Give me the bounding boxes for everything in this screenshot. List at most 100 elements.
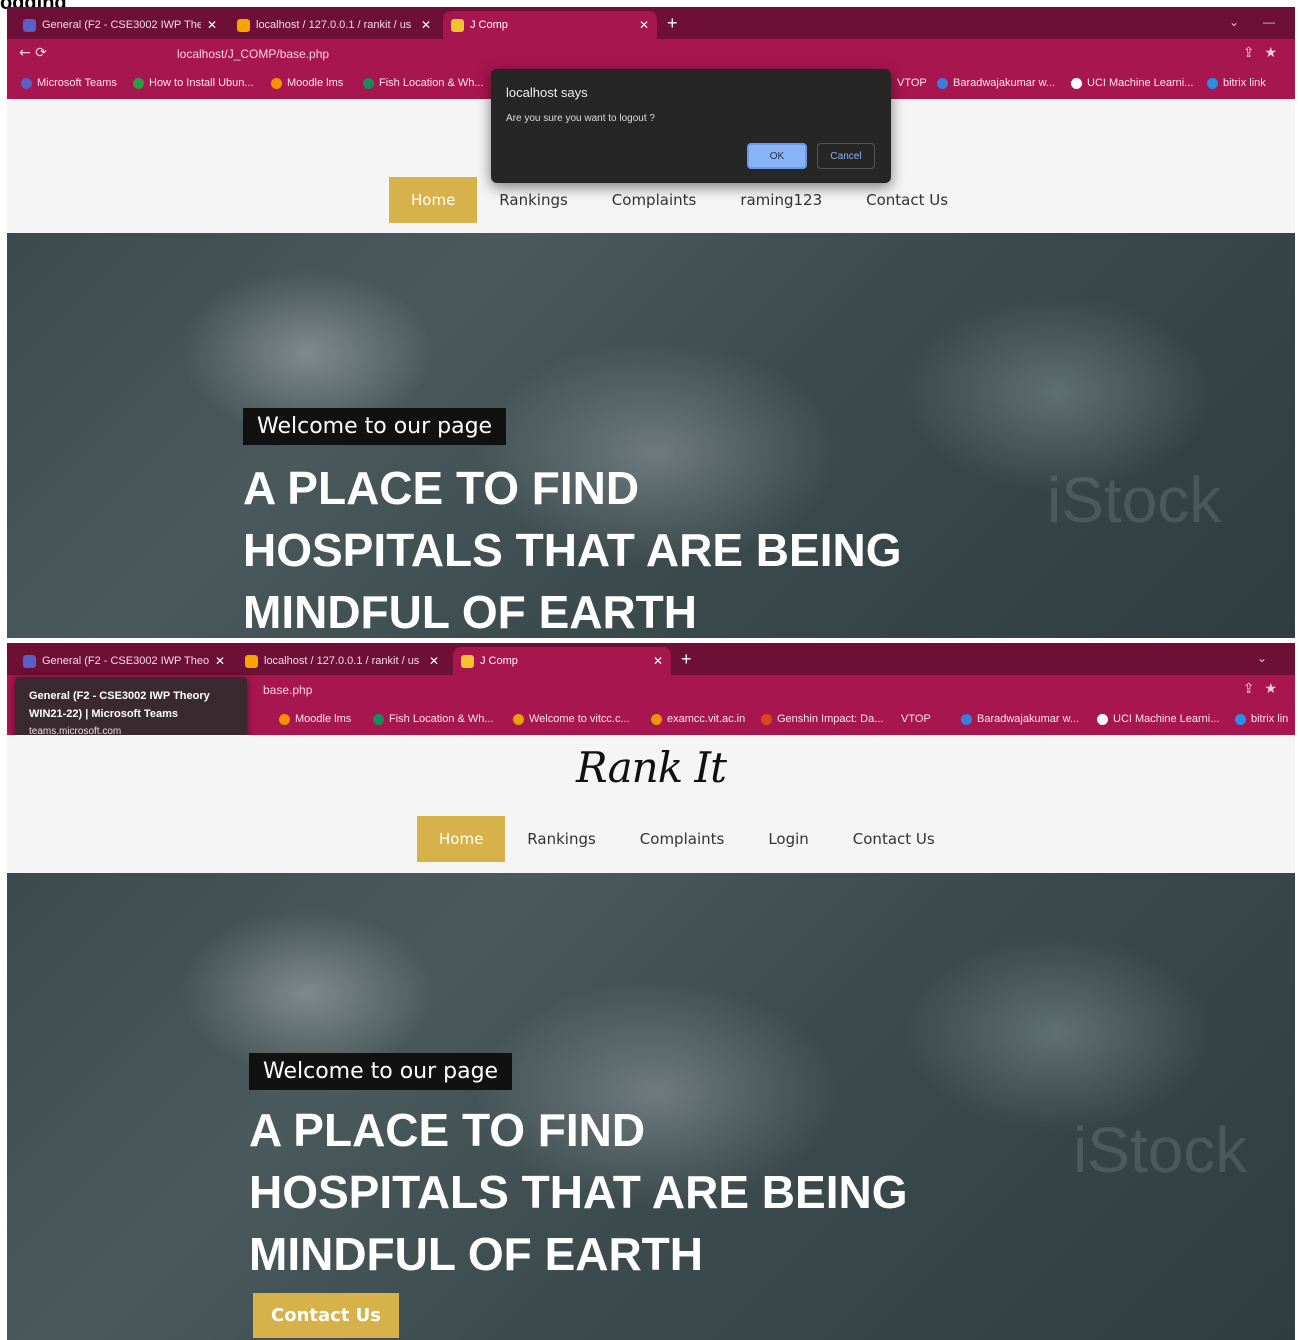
new-tab-icon[interactable]: + — [667, 13, 678, 34]
tab-teams[interactable]: General (F2 - CSE3002 IWP Theo ✕ — [15, 11, 225, 39]
main-nav: Home Rankings Complaints raming123 Conta… — [389, 177, 970, 223]
ok-button[interactable]: OK — [747, 143, 807, 169]
bookmark[interactable]: VTOP — [897, 77, 927, 89]
phpmyadmin-icon — [237, 18, 250, 32]
bookmark-label: Microsoft Teams — [37, 77, 117, 89]
bookmark-label: Baradwajakumar w... — [977, 713, 1080, 725]
chevron-down-icon[interactable]: ⌄ — [1257, 651, 1267, 665]
tab-title: General (F2 - CSE3002 IWP Theo — [42, 655, 209, 667]
nav-home[interactable]: Home — [389, 177, 478, 223]
jcomp-icon — [461, 654, 474, 668]
nav-complaints[interactable]: Complaints — [618, 816, 747, 862]
bookmark[interactable]: Fish Location & Wh... — [373, 713, 494, 725]
tab-phpmyadmin[interactable]: localhost / 127.0.0.1 / rankit / us ✕ — [229, 11, 439, 39]
bookmark-label: Welcome to vitcc.c... — [529, 713, 630, 725]
bookmark-label: Moodle lms — [295, 713, 352, 725]
site-header: Rank It Home Rankings Complaints Login C… — [7, 735, 1295, 873]
tab-phpmyadmin[interactable]: localhost / 127.0.0.1 / rankit / us ✕ — [237, 647, 447, 675]
bitrix-icon — [1235, 713, 1246, 725]
bookmark-icon — [761, 713, 772, 725]
nav-rankings[interactable]: Rankings — [477, 177, 590, 223]
teams-icon — [23, 654, 36, 668]
cancel-button[interactable]: Cancel — [817, 143, 875, 169]
bookmark-icon — [373, 713, 384, 725]
hero-banner: iStock Welcome to our page A PLACE TO FI… — [7, 873, 1295, 1340]
nav-rankings[interactable]: Rankings — [505, 816, 618, 862]
bookmark-icon — [363, 77, 374, 89]
bookmark[interactable]: examcc.vit.ac.in — [651, 713, 745, 725]
bookmark-icon — [651, 713, 662, 725]
bookmark-label: Baradwajakumar w... — [953, 77, 1056, 89]
back-reload-icons[interactable]: ← ⟳ — [19, 45, 47, 61]
hero-banner: iStock Welcome to our page A PLACE TO FI… — [7, 233, 1295, 638]
close-tab-icon[interactable]: ✕ — [421, 18, 431, 32]
bookmark[interactable]: Moodle lms — [279, 713, 351, 725]
nav-login[interactable]: Login — [746, 816, 830, 862]
bookmark-label: UCI Machine Learni... — [1113, 713, 1220, 725]
bookmark-label: Fish Location & Wh... — [389, 713, 494, 725]
headline-line: MINDFUL OF EARTH — [249, 1228, 704, 1280]
nav-complaints[interactable]: Complaints — [590, 177, 719, 223]
screenshot-logout-dialog: General (F2 - CSE3002 IWP Theo ✕ localho… — [7, 7, 1295, 638]
bookmark[interactable]: Microsoft Teams — [21, 77, 117, 89]
bookmark-icon — [1071, 77, 1082, 89]
url-field[interactable]: base.php — [263, 683, 312, 697]
screenshot-logged-out: General (F2 - CSE3002 IWP Theo ✕ localho… — [7, 643, 1295, 1340]
bookmark[interactable]: Genshin Impact: Da... — [761, 713, 883, 725]
close-tab-icon[interactable]: ✕ — [653, 654, 663, 668]
close-tab-icon[interactable]: ✕ — [207, 18, 217, 32]
moodle-icon — [279, 713, 290, 725]
watermark: iStock — [1047, 464, 1222, 536]
logout-confirm-dialog: localhost says Are you sure you want to … — [491, 69, 891, 183]
welcome-banner: Welcome to our page — [249, 1053, 513, 1090]
bookmark[interactable]: Fish Location & Wh... — [363, 77, 484, 89]
bookmark-icon — [513, 713, 524, 725]
bookmark[interactable]: UCI Machine Learni... — [1071, 77, 1193, 89]
bookmark-icon — [133, 77, 144, 89]
bookmark[interactable]: How to Install Ubun... — [133, 77, 254, 89]
share-star-icons[interactable]: ⇪★ — [1243, 45, 1287, 61]
bookmark[interactable]: bitrix lin — [1235, 713, 1288, 725]
nav-contact[interactable]: Contact Us — [831, 816, 957, 862]
tab-title: J Comp — [480, 655, 518, 667]
bookmark[interactable]: bitrix link — [1207, 77, 1266, 89]
bookmark-label: How to Install Ubun... — [149, 77, 254, 89]
close-tab-icon[interactable]: ✕ — [639, 18, 649, 32]
tab-jcomp[interactable]: J Comp ✕ — [443, 11, 657, 39]
bookmark-icon — [961, 713, 972, 725]
bookmark-label: Fish Location & Wh... — [379, 77, 484, 89]
bookmark[interactable]: VTOP — [901, 713, 931, 725]
hero-headline: A PLACE TO FIND HOSPITALS THAT ARE BEING… — [243, 457, 902, 638]
bookmark-icon — [1097, 713, 1108, 725]
bookmark-label: UCI Machine Learni... — [1087, 77, 1194, 89]
tab-title: General (F2 - CSE3002 IWP Theo — [42, 19, 201, 31]
contact-us-button[interactable]: Contact Us — [253, 1293, 400, 1338]
bookmark-label: VTOP — [901, 713, 931, 725]
bookmark[interactable]: Moodle lms — [271, 77, 343, 89]
nav-contact[interactable]: Contact Us — [844, 177, 970, 223]
teams-icon — [23, 18, 36, 32]
new-tab-icon[interactable]: + — [681, 649, 692, 670]
teams-icon — [21, 77, 32, 89]
nav-username[interactable]: raming123 — [718, 177, 844, 223]
bookmark[interactable]: UCI Machine Learni... — [1097, 713, 1219, 725]
share-star-icons[interactable]: ⇪★ — [1243, 681, 1287, 697]
phpmyadmin-icon — [245, 654, 258, 668]
close-tab-icon[interactable]: ✕ — [215, 654, 225, 668]
tab-teams[interactable]: General (F2 - CSE3002 IWP Theo ✕ — [15, 647, 233, 675]
site-logo[interactable]: Rank It — [7, 743, 1295, 792]
close-tab-icon[interactable]: ✕ — [429, 654, 439, 668]
bookmark[interactable]: Baradwajakumar w... — [961, 713, 1079, 725]
chevron-down-icon[interactable]: ⌄ — [1229, 15, 1239, 29]
bookmark-label: VTOP — [897, 77, 927, 89]
tab-bar: General (F2 - CSE3002 IWP Theo ✕ localho… — [7, 7, 1295, 39]
bookmark[interactable]: Baradwajakumar w... — [937, 77, 1055, 89]
tab-title: localhost / 127.0.0.1 / rankit / us — [264, 655, 420, 667]
bookmark-label: examcc.vit.ac.in — [667, 713, 746, 725]
minimize-icon[interactable]: — — [1263, 15, 1275, 29]
tab-jcomp[interactable]: J Comp ✕ — [453, 647, 671, 675]
bitrix-icon — [1207, 77, 1218, 89]
url-field[interactable]: localhost/J_COMP/base.php — [177, 47, 329, 61]
nav-home[interactable]: Home — [417, 816, 506, 862]
bookmark[interactable]: Welcome to vitcc.c... — [513, 713, 630, 725]
